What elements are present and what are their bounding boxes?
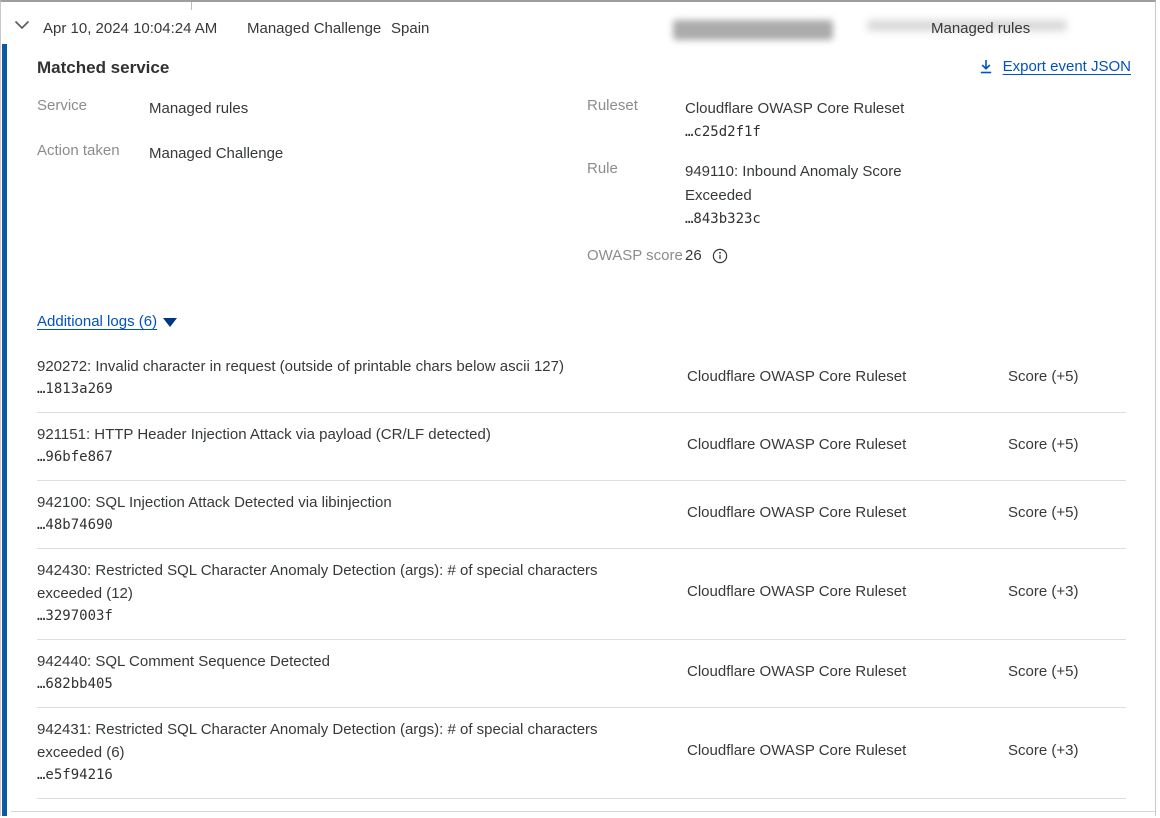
matched-service-fields-left: Service Managed rules Action taken Manag…	[37, 97, 283, 187]
log-rule-description: 942440: SQL Comment Sequence Detected	[37, 650, 635, 673]
log-ruleset-name: Cloudflare OWASP Core Ruleset	[687, 436, 1008, 453]
matched-service-header: Matched service Export event JSON	[37, 58, 1131, 78]
action-taken-value: Managed Challenge	[149, 142, 283, 166]
additional-log-row: 921151: HTTP Header Injection Attack via…	[37, 413, 1126, 481]
log-rule-id: …48b74690	[37, 517, 687, 533]
log-ruleset-name: Cloudflare OWASP Core Ruleset	[687, 583, 1008, 600]
expanded-row-accent-bar	[2, 44, 7, 816]
log-rule-block: 942430: Restricted SQL Character Anomaly…	[37, 559, 687, 624]
rule-field: Rule 949110: Inbound Anomaly Score Excee…	[587, 160, 947, 227]
info-icon[interactable]	[712, 248, 728, 264]
owasp-score-label: OWASP score	[587, 247, 685, 264]
ruleset-id: …c25d2f1f	[685, 124, 904, 140]
action-taken-label: Action taken	[37, 142, 149, 166]
matched-service-fields-right: Ruleset Cloudflare OWASP Core Ruleset …c…	[587, 97, 947, 285]
log-ruleset-name: Cloudflare OWASP Core Ruleset	[687, 504, 1008, 521]
ruleset-label: Ruleset	[587, 97, 685, 140]
owasp-score-value: 26	[685, 247, 702, 264]
log-score: Score (+5)	[1008, 436, 1126, 453]
log-ruleset-name: Cloudflare OWASP Core Ruleset	[687, 663, 1008, 680]
additional-log-row: 942430: Restricted SQL Character Anomaly…	[37, 549, 1126, 640]
additional-logs-table: 920272: Invalid character in request (ou…	[37, 345, 1126, 799]
export-link-label: Export event JSON	[1003, 58, 1131, 75]
event-row-header[interactable]: Apr 10, 2024 10:04:24 AM Managed Challen…	[1, 2, 1155, 44]
log-rule-description: 942431: Restricted SQL Character Anomaly…	[37, 718, 635, 764]
ruleset-field: Ruleset Cloudflare OWASP Core Ruleset …c…	[587, 97, 947, 140]
event-action: Managed Challenge	[247, 20, 381, 37]
export-event-json-link[interactable]: Export event JSON	[978, 58, 1131, 75]
owasp-score-field: OWASP score 26	[587, 247, 947, 264]
log-score: Score (+5)	[1008, 368, 1126, 385]
download-icon	[978, 58, 994, 75]
ruleset-value: Cloudflare OWASP Core Ruleset	[685, 97, 904, 121]
rule-value: 949110: Inbound Anomaly Score Exceeded	[685, 160, 929, 208]
event-country: Spain	[391, 20, 429, 37]
log-score: Score (+5)	[1008, 663, 1126, 680]
log-rule-description: 921151: HTTP Header Injection Attack via…	[37, 423, 635, 446]
additional-log-row: 942431: Restricted SQL Character Anomaly…	[37, 708, 1126, 799]
section-title: Matched service	[37, 58, 169, 78]
log-rule-id: …e5f94216	[37, 767, 687, 783]
log-rule-description: 920272: Invalid character in request (ou…	[37, 355, 635, 378]
log-rule-id: …1813a269	[37, 381, 687, 397]
additional-logs-toggle[interactable]: Additional logs (6)	[37, 313, 177, 330]
rule-label: Rule	[587, 160, 685, 227]
service-value: Managed rules	[149, 97, 248, 121]
log-rule-block: 921151: HTTP Header Injection Attack via…	[37, 423, 687, 465]
redacted-value	[673, 20, 833, 40]
log-score: Score (+3)	[1008, 742, 1126, 759]
additional-log-row: 942440: SQL Comment Sequence Detected …6…	[37, 640, 1126, 708]
next-row-divider	[11, 811, 1155, 812]
rule-id: …843b323c	[685, 211, 929, 227]
event-timestamp: Apr 10, 2024 10:04:24 AM	[43, 20, 217, 37]
log-rule-id: …3297003f	[37, 608, 687, 624]
log-score: Score (+5)	[1008, 504, 1126, 521]
event-service: Managed rules	[931, 20, 1030, 37]
service-label: Service	[37, 97, 149, 121]
additional-log-row: 920272: Invalid character in request (ou…	[37, 345, 1126, 413]
log-rule-block: 920272: Invalid character in request (ou…	[37, 355, 687, 397]
log-rule-block: 942440: SQL Comment Sequence Detected …6…	[37, 650, 687, 692]
log-rule-block: 942100: SQL Injection Attack Detected vi…	[37, 491, 687, 533]
log-rule-id: …682bb405	[37, 676, 687, 692]
log-ruleset-name: Cloudflare OWASP Core Ruleset	[687, 742, 1008, 759]
log-rule-description: 942430: Restricted SQL Character Anomaly…	[37, 559, 635, 605]
security-event-expanded-panel: Apr 10, 2024 10:04:24 AM Managed Challen…	[0, 0, 1156, 816]
log-ruleset-name: Cloudflare OWASP Core Ruleset	[687, 368, 1008, 385]
service-field: Service Managed rules	[37, 97, 283, 121]
log-rule-description: 942100: SQL Injection Attack Detected vi…	[37, 491, 635, 514]
log-rule-id: …96bfe867	[37, 449, 687, 465]
chevron-down-icon[interactable]	[14, 20, 30, 30]
action-taken-field: Action taken Managed Challenge	[37, 142, 283, 166]
additional-log-row: 942100: SQL Injection Attack Detected vi…	[37, 481, 1126, 549]
additional-logs-label: Additional logs (6)	[37, 313, 157, 330]
triangle-down-icon	[163, 318, 177, 327]
log-score: Score (+3)	[1008, 583, 1126, 600]
log-rule-block: 942431: Restricted SQL Character Anomaly…	[37, 718, 687, 783]
